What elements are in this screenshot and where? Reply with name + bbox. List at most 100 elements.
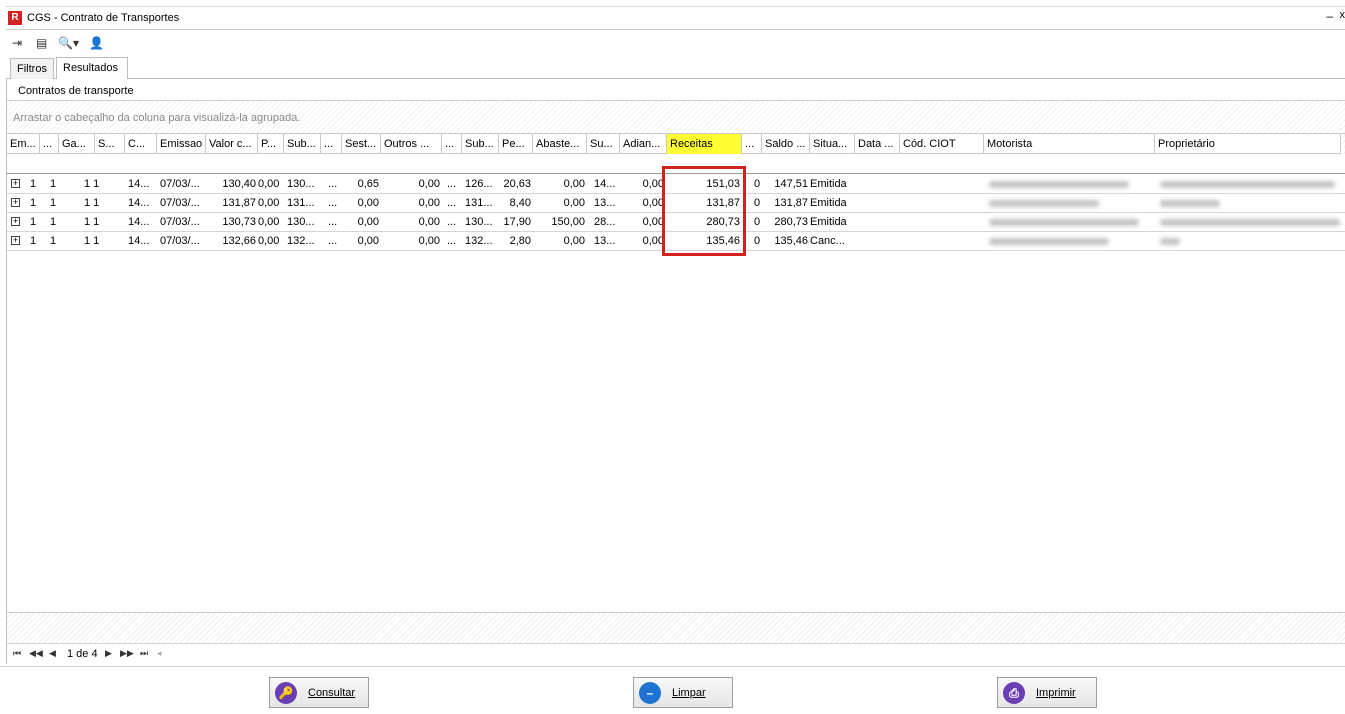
table-cell-su: 13... — [594, 235, 616, 247]
expand-row-icon[interactable]: + — [11, 217, 20, 226]
column-header[interactable]: Pe... — [499, 134, 533, 154]
table-cell-c3: 14... — [128, 197, 150, 209]
filter-row[interactable] — [7, 154, 1345, 174]
column-header[interactable]: Su... — [587, 134, 620, 154]
consultar-label: Consultar — [308, 687, 356, 699]
column-header[interactable]: Em... — [7, 134, 40, 154]
table-cell-outros: 0,00 — [418, 178, 440, 190]
column-header[interactable]: ... — [742, 134, 762, 154]
header-filler — [1341, 134, 1345, 154]
table-row[interactable]: +1 1 1 1 14... 07/03/... 130,40 0,00 130...... 0… — [7, 175, 1345, 194]
expand-row-icon[interactable]: + — [11, 179, 20, 188]
column-header[interactable]: ... — [40, 134, 59, 154]
table-cell-su: 13... — [594, 197, 616, 209]
table-cell-c0: 1 — [30, 178, 37, 190]
table-cell-sest: 0,00 — [357, 235, 379, 247]
tab-filtros[interactable]: Filtros — [10, 58, 54, 79]
column-header[interactable]: Emissao — [157, 134, 206, 154]
column-header[interactable]: Situa... — [810, 134, 855, 154]
column-header[interactable]: Abaste... — [533, 134, 587, 154]
table-cell-su: 28... — [594, 216, 616, 228]
table-cell-abaste: 0,00 — [563, 235, 585, 247]
table-cell-saldo: 280,73 — [774, 216, 808, 228]
redacted-motorista — [989, 181, 1129, 188]
column-header[interactable]: Ga... — [59, 134, 95, 154]
column-header[interactable]: Adian... — [620, 134, 667, 154]
column-header[interactable]: Sub... — [462, 134, 499, 154]
table-cell-c1: 1 — [50, 178, 57, 190]
table-cell-c1: 1 — [50, 197, 57, 209]
group-by-area[interactable]: Arrastar o cabeçalho da coluna para visu… — [7, 101, 1345, 133]
table-cell-valor: 131,87 — [222, 197, 256, 209]
limpar-button[interactable]: – Limpar — [633, 677, 733, 708]
table-cell-sub: 132... — [287, 235, 315, 247]
table-cell-saldo: 147,51 — [774, 178, 808, 190]
grid-body: +1 1 1 1 14... 07/03/... 130,40 0,00 130...... 0… — [7, 175, 1345, 251]
action-bar: 🔑 Consultar – Limpar ⎙ Imprimir — [0, 666, 1345, 714]
table-row[interactable]: +1 1 1 1 14... 07/03/... 132,66 0,00 132...... 0… — [7, 232, 1345, 251]
redacted-motorista — [989, 219, 1139, 226]
first-page-button[interactable]: ⏮ — [13, 648, 21, 659]
column-header[interactable]: Proprietário — [1155, 134, 1341, 154]
expand-row-icon[interactable]: + — [11, 198, 20, 207]
column-header[interactable]: Sub... — [284, 134, 321, 154]
table-cell-sest: 0,00 — [357, 197, 379, 209]
table-row[interactable]: +1 1 1 1 14... 07/03/... 130,73 0,00 130...... 0… — [7, 213, 1345, 232]
table-cell-situacao: Emitida — [810, 216, 847, 228]
next-group-button[interactable]: ▶▶ — [120, 648, 134, 659]
table-row[interactable]: +1 1 1 1 14... 07/03/... 131,87 0,00 131...... 0… — [7, 194, 1345, 213]
last-page-button[interactable]: ⏭ — [140, 648, 148, 659]
table-cell-dots2: ... — [447, 216, 457, 228]
column-header[interactable]: ... — [321, 134, 342, 154]
user-icon[interactable]: 👤 — [89, 35, 104, 51]
column-header[interactable]: C... — [125, 134, 157, 154]
minus-icon: – — [639, 682, 661, 704]
table-cell-valor: 130,40 — [222, 178, 256, 190]
toolbar: ⇥ ▤ 🔍▾ 👤 — [6, 31, 1345, 55]
column-header[interactable]: Receitas — [667, 134, 742, 154]
table-cell-abaste: 0,00 — [563, 197, 585, 209]
column-header[interactable]: Motorista — [984, 134, 1155, 154]
table-cell-adian: 0,00 — [642, 216, 664, 228]
column-header[interactable]: Sest... — [342, 134, 381, 154]
table-cell-sub2: 132... — [465, 235, 493, 247]
table-cell-p: 0,00 — [258, 197, 280, 209]
table-cell-receitas: 131,87 — [706, 197, 740, 209]
table-cell-situacao: Emitida — [810, 197, 847, 209]
imprimir-button[interactable]: ⎙ Imprimir — [997, 677, 1097, 708]
expand-row-icon[interactable]: + — [11, 236, 20, 245]
table-cell-valor: 132,66 — [222, 235, 256, 247]
column-header[interactable]: Outros ... — [381, 134, 442, 154]
results-panel: Contratos de transporte Arrastar o cabeç… — [6, 79, 1345, 664]
column-header[interactable]: S... — [95, 134, 125, 154]
column-header[interactable]: Valor c... — [206, 134, 258, 154]
redacted-proprietario — [1160, 181, 1335, 188]
table-cell-c1: 1 — [50, 235, 57, 247]
export-icon[interactable]: ⇥ — [12, 35, 22, 51]
table-cell-su: 14... — [594, 178, 616, 190]
table-cell-c0: 1 — [30, 197, 37, 209]
table-cell-receitas: 280,73 — [706, 216, 740, 228]
tab-resultados[interactable]: Resultados — [56, 57, 128, 79]
column-header[interactable]: Cód. CIOT — [900, 134, 984, 154]
consultar-button[interactable]: 🔑 Consultar — [269, 677, 369, 708]
column-header[interactable]: P... — [258, 134, 284, 154]
pager-extra-icon[interactable]: ◂ — [157, 648, 162, 659]
table-cell-sest: 0,65 — [357, 178, 379, 190]
panel-title: Contratos de transporte — [18, 85, 134, 97]
table-cell-c3: 14... — [128, 216, 150, 228]
minimize-button[interactable]: – — [1326, 9, 1333, 23]
table-cell-pe: 8,40 — [509, 197, 531, 209]
search-icon[interactable]: 🔍▾ — [58, 35, 79, 51]
close-button[interactable]: x — [1340, 9, 1345, 21]
column-header[interactable]: Saldo ... — [762, 134, 810, 154]
column-header[interactable]: Data ... — [855, 134, 900, 154]
table-cell-adian: 0,00 — [642, 235, 664, 247]
table-cell-sest: 0,00 — [357, 216, 379, 228]
next-page-button[interactable]: ▶ — [105, 648, 112, 659]
table-cell-receitas: 135,46 — [706, 235, 740, 247]
print-preview-icon[interactable]: ▤ — [36, 35, 47, 51]
column-header[interactable]: ... — [442, 134, 462, 154]
prev-page-button[interactable]: ◀ — [49, 648, 56, 659]
prev-group-button[interactable]: ◀◀ — [29, 648, 43, 659]
